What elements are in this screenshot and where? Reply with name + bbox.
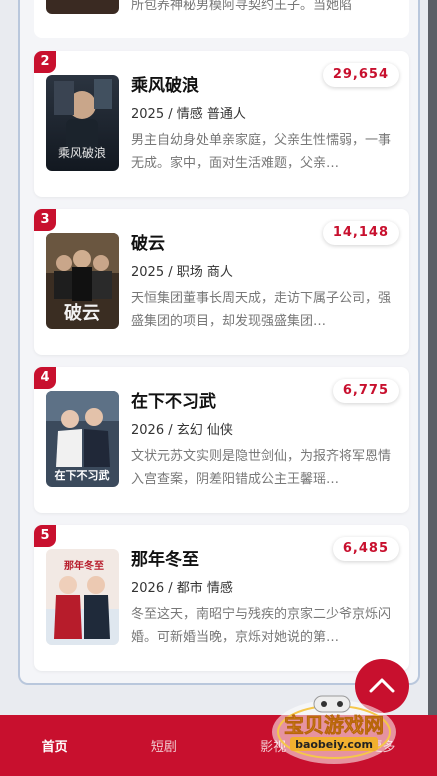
list-item[interactable]: 5 那年冬至 那年冬至 2026 / 都市 情感 冬至这天，南昭宁与残疾的京家二… [34,525,409,671]
poster-image[interactable]: 乘风破浪 [46,75,119,171]
item-title[interactable]: 在下不习武 [131,387,216,412]
nav-item-home[interactable]: 首页 [0,736,109,755]
item-description: 天恒集团董事长周天成，走访下属子公司，强盛集团的项目，却发现强盛集团… [131,291,392,329]
poster-image[interactable]: 在下不习武 [46,391,119,487]
item-title[interactable]: 破云 [131,229,165,254]
list-item[interactable]: 3 破云 破云 2025 / 职场 商人 天恒集团董事长周天成，走访下属子公司，… [34,209,409,355]
view-count-badge: 29,654 [322,63,399,87]
item-description: 男主自幼身处单亲家庭，父亲生性懦弱，一事无成。家中，面对生活难题，父亲… [131,133,392,171]
item-meta: 2026 / 都市 情感 [131,581,233,596]
item-description: 文状元苏文实则是隐世剑仙，为报齐将军恩情入宫查案，阴差阳错成公主王馨瑶… [131,449,392,487]
poster-image[interactable]: 那年冬至 [46,549,119,645]
item-title[interactable]: 乘风破浪 [131,71,199,96]
item-meta: 2025 / 职场 商人 [131,265,233,280]
poster-image [46,0,119,14]
rank-badge: 4 [34,367,56,389]
poster-image[interactable]: 破云 [46,233,119,329]
watermark-title: 宝贝游戏网 [284,713,384,737]
list-item[interactable]: 所包养神秘男模阿寻契约王子。当她陷 [34,0,409,38]
nav-item-shorts[interactable]: 短剧 [109,736,218,755]
rank-badge: 5 [34,525,56,547]
item-description: 所包养神秘男模阿寻契约王子。当她陷 [131,0,353,13]
poster-title-text: 破云 [64,302,100,324]
item-meta: 2025 / 情感 普通人 [131,107,246,122]
item-title[interactable]: 那年冬至 [131,545,199,570]
poster-title-text: 那年冬至 [64,559,104,572]
watermark-logo: 宝贝游戏网 baobeiy.com [262,688,412,768]
rank-badge: 3 [34,209,56,231]
view-count-badge: 6,485 [332,537,399,561]
list-item[interactable]: 4 在下不习武 在下不习武 2026 / 玄幻 仙侠 文状元苏文实则是隐世剑仙，… [34,367,409,513]
list-item[interactable]: 2 乘风破浪 乘风破浪 2025 / 情感 普通人 男主自幼身处单亲家庭，父亲生… [34,51,409,197]
view-count-badge: 14,148 [322,221,399,245]
scrollbar-track[interactable] [428,0,437,715]
poster-title-text: 在下不习武 [55,468,110,482]
rank-badge: 2 [34,51,56,73]
watermark-url: baobeiy.com [295,738,373,751]
item-meta: 2026 / 玄幻 仙侠 [131,423,233,438]
view-count-badge: 6,775 [332,379,399,403]
poster-title-text: 乘风破浪 [58,145,106,160]
item-description: 冬至这天，南昭宁与残疾的京家二少爷京烁闪婚。可新婚当晚，京烁对她说的第… [131,607,392,645]
